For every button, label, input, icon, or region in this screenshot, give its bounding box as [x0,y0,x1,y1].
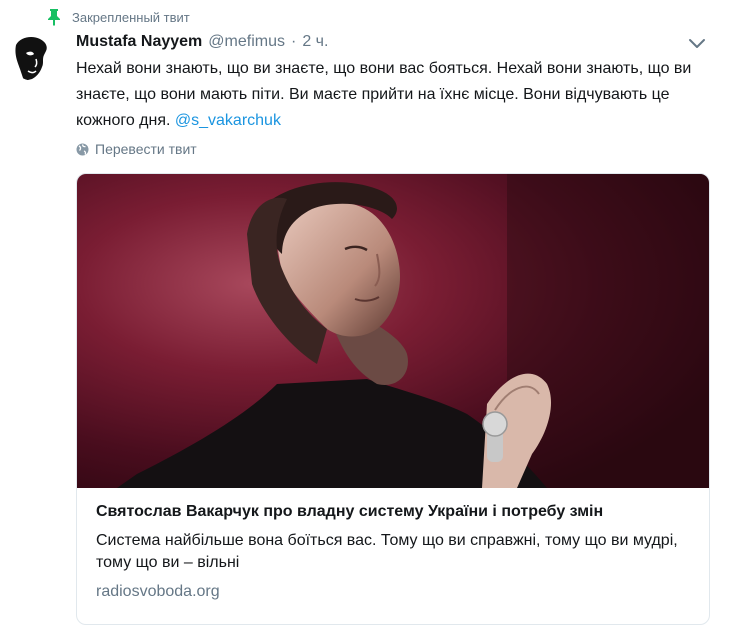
tweet-text: Нехай вони знають, що ви знаєте, що вони… [76,56,716,134]
translate-tweet-link[interactable]: Перевести твит [76,139,197,159]
pinned-label-text: Закрепленный твит [72,9,190,25]
pinned-tweet-label: Закрепленный твит [46,6,190,28]
translate-label: Перевести твит [95,141,197,157]
card-image [77,174,709,488]
separator-dot: · [290,33,297,50]
avatar[interactable] [10,33,58,81]
tweet-body: Нехай вони знають, що ви знаєте, що вони… [76,60,692,129]
mention-link[interactable]: @s_vakarchuk [175,112,281,129]
author-name[interactable]: Mustafa Nayyem [76,33,202,51]
chevron-down-icon[interactable] [687,35,707,53]
author-handle[interactable]: @mefimus [208,33,285,51]
pin-icon [48,9,60,26]
tweet-timestamp[interactable]: 2 ч. [302,33,328,51]
tweet-header: Mustafa Nayyem @mefimus · 2 ч. [76,31,328,53]
card-domain: radiosvoboda.org [96,583,220,600]
card-description: Система найбільше вона боїться вас. Тому… [96,532,678,571]
globe-icon [76,143,89,155]
card-title: Святослав Вакарчук про владну систему Ук… [96,503,604,520]
avatar-image [10,33,58,81]
link-card[interactable]: Святослав Вакарчук про владну систему Ук… [76,173,710,625]
